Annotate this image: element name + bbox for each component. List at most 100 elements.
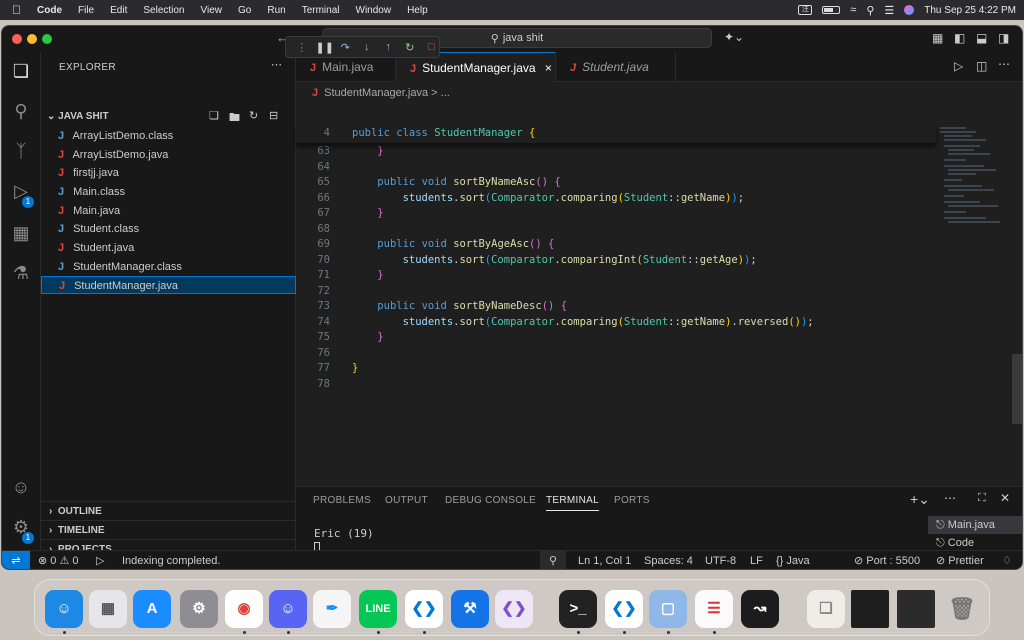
account-icon[interactable]: ☺	[10, 476, 32, 498]
tab-problems[interactable]: PROBLEMS	[313, 495, 371, 506]
editor-more-icon[interactable]: ⋯	[998, 57, 1010, 71]
cursor-position[interactable]: Ln 1, Col 1	[578, 551, 631, 569]
control-center-icon[interactable]: ☰	[884, 4, 894, 17]
file-item[interactable]: J Main.java	[41, 202, 296, 220]
section-projects[interactable]: › PROJECTS	[41, 539, 296, 555]
source-control-icon[interactable]: ᛉ	[10, 140, 32, 162]
siri-icon[interactable]	[904, 5, 915, 15]
indentation[interactable]: Spaces: 4	[644, 551, 693, 569]
search-view-icon[interactable]: ⚲	[10, 100, 32, 122]
launchpad-icon[interactable]: ▦	[89, 590, 127, 628]
notifications-bell-icon[interactable]: ♢	[1002, 551, 1012, 569]
file-item[interactable]: J ArrayListDemo.java	[41, 146, 296, 164]
file-item[interactable]: J StudentManager.class	[41, 258, 296, 276]
preview-icon[interactable]: ▢	[649, 590, 687, 628]
close-panel-icon[interactable]: ✕	[1000, 491, 1010, 505]
tab-debug-console[interactable]: DEBUG CONSOLE	[445, 495, 536, 506]
visual-studio-icon[interactable]: ❮❯	[495, 590, 533, 628]
new-folder-icon[interactable]: 🖿	[229, 109, 240, 128]
terminal-list-item-selected[interactable]: ⎋ Main.java	[928, 516, 1022, 534]
line-icon[interactable]: LINE	[359, 590, 397, 628]
file-item-selected[interactable]: J StudentManager.java	[41, 276, 296, 294]
input-method-icon[interactable]: 注	[798, 5, 813, 15]
files-folder-icon[interactable]: ❏	[807, 590, 845, 628]
pause-icon[interactable]: ❚❚	[316, 41, 334, 54]
menu-window[interactable]: Window	[348, 5, 400, 16]
tab-output[interactable]: OUTPUT	[385, 495, 428, 506]
menu-help[interactable]: Help	[399, 5, 436, 16]
window-thumbnail-icon[interactable]	[851, 590, 889, 628]
sticky-scroll[interactable]: 4 public class StudentManager {	[296, 126, 936, 144]
close-window-button[interactable]	[12, 34, 22, 44]
apple-menu-icon[interactable]: 	[0, 3, 29, 17]
vscode-icon[interactable]: ❮❯	[405, 590, 443, 628]
split-editor-icon[interactable]: ◫	[976, 59, 987, 73]
language-mode[interactable]: {} Java	[776, 551, 810, 569]
stocks-icon[interactable]: ↝	[741, 590, 779, 628]
maximize-panel-icon[interactable]: ⛶	[978, 492, 986, 505]
toggle-secondary-sidebar-icon[interactable]: ◨	[998, 31, 1009, 45]
app-menu[interactable]: Code	[29, 5, 70, 16]
explorer-icon[interactable]: ❏	[10, 60, 32, 82]
terminal-app-icon[interactable]: >_	[559, 590, 597, 628]
editor-scrollbar[interactable]	[1012, 354, 1022, 424]
file-item[interactable]: J firstjj.java	[41, 164, 296, 182]
zoom-window-button[interactable]	[42, 34, 52, 44]
menu-run[interactable]: Run	[259, 5, 293, 16]
encoding[interactable]: UTF-8	[705, 551, 736, 569]
zoom-icon[interactable]: ⚲	[540, 551, 566, 569]
app-store-icon[interactable]: A	[133, 590, 171, 628]
minimize-window-button[interactable]	[27, 34, 37, 44]
panel-more-icon[interactable]: ⋯	[944, 491, 956, 505]
menu-view[interactable]: View	[193, 5, 231, 16]
battery-icon[interactable]	[822, 6, 841, 14]
xcode-icon[interactable]: ⚒	[451, 590, 489, 628]
finder-icon[interactable]: ☺	[45, 590, 83, 628]
restart-icon[interactable]: ↻	[402, 41, 418, 54]
toggle-panel-icon[interactable]: ⬓	[976, 31, 987, 45]
notes-icon[interactable]: ☰	[695, 590, 733, 628]
file-item[interactable]: J ArrayListDemo.class	[41, 127, 296, 145]
drag-handle-icon[interactable]: ⋮	[294, 41, 310, 54]
run-file-icon[interactable]: ▷	[954, 59, 963, 73]
remote-indicator[interactable]: ⇌	[2, 551, 30, 569]
breadcrumb-rest[interactable]: > ...	[431, 87, 450, 99]
new-file-icon[interactable]: ❏	[209, 109, 219, 122]
step-out-icon[interactable]: ↑	[381, 41, 397, 53]
tab-student-java[interactable]: J Student.java	[556, 52, 676, 82]
section-timeline[interactable]: › TIMELINE	[41, 520, 296, 539]
clock[interactable]: Thu Sep 25 4:22 PM	[924, 5, 1016, 16]
problems-indicator[interactable]: ⊗ 0 ⚠ 0	[38, 551, 79, 569]
menu-selection[interactable]: Selection	[135, 5, 192, 16]
discord-icon[interactable]: ☺	[269, 590, 307, 628]
system-settings-icon[interactable]: ⚙	[180, 590, 218, 628]
prettier-status[interactable]: ⊘ Prettier	[936, 551, 984, 569]
step-into-icon[interactable]: ↓	[359, 41, 375, 53]
file-item[interactable]: J Main.class	[41, 183, 296, 201]
step-over-icon[interactable]: ↷	[338, 41, 354, 54]
file-item[interactable]: J Student.java	[41, 239, 296, 257]
copilot-icon[interactable]: ✦⌄	[724, 30, 744, 44]
code-area[interactable]: 63 } 64 65 public void sortByNameAsc() {…	[296, 144, 936, 404]
menu-edit[interactable]: Edit	[102, 5, 135, 16]
close-tab-icon[interactable]: ×	[545, 61, 552, 75]
debug-status-icon[interactable]: ▷	[96, 551, 104, 569]
wifi-icon[interactable]: ≈	[850, 4, 856, 16]
more-actions-icon[interactable]: ⋯	[271, 58, 282, 71]
toggle-sidebar-icon[interactable]: ◧	[954, 31, 965, 45]
stop-icon[interactable]: □	[424, 41, 440, 53]
menu-terminal[interactable]: Terminal	[294, 5, 348, 16]
breadcrumb-file[interactable]: StudentManager.java	[324, 87, 428, 99]
freeform-icon[interactable]: ✒	[313, 590, 351, 628]
live-server-port[interactable]: ⊘ Port : 5500	[854, 551, 920, 569]
menu-file[interactable]: File	[70, 5, 102, 16]
line-ending[interactable]: LF	[750, 551, 763, 569]
refresh-icon[interactable]: ↻	[249, 109, 258, 122]
tab-terminal[interactable]: TERMINAL	[546, 495, 599, 511]
spotlight-search-icon[interactable]: ⚲	[866, 4, 874, 17]
menu-go[interactable]: Go	[230, 5, 259, 16]
trash-icon[interactable]: 🗑	[943, 590, 981, 628]
collapse-all-icon[interactable]: ⊟	[269, 109, 278, 122]
window-thumbnail-icon[interactable]	[897, 590, 935, 628]
vscode-icon[interactable]: ❮❯	[605, 590, 643, 628]
